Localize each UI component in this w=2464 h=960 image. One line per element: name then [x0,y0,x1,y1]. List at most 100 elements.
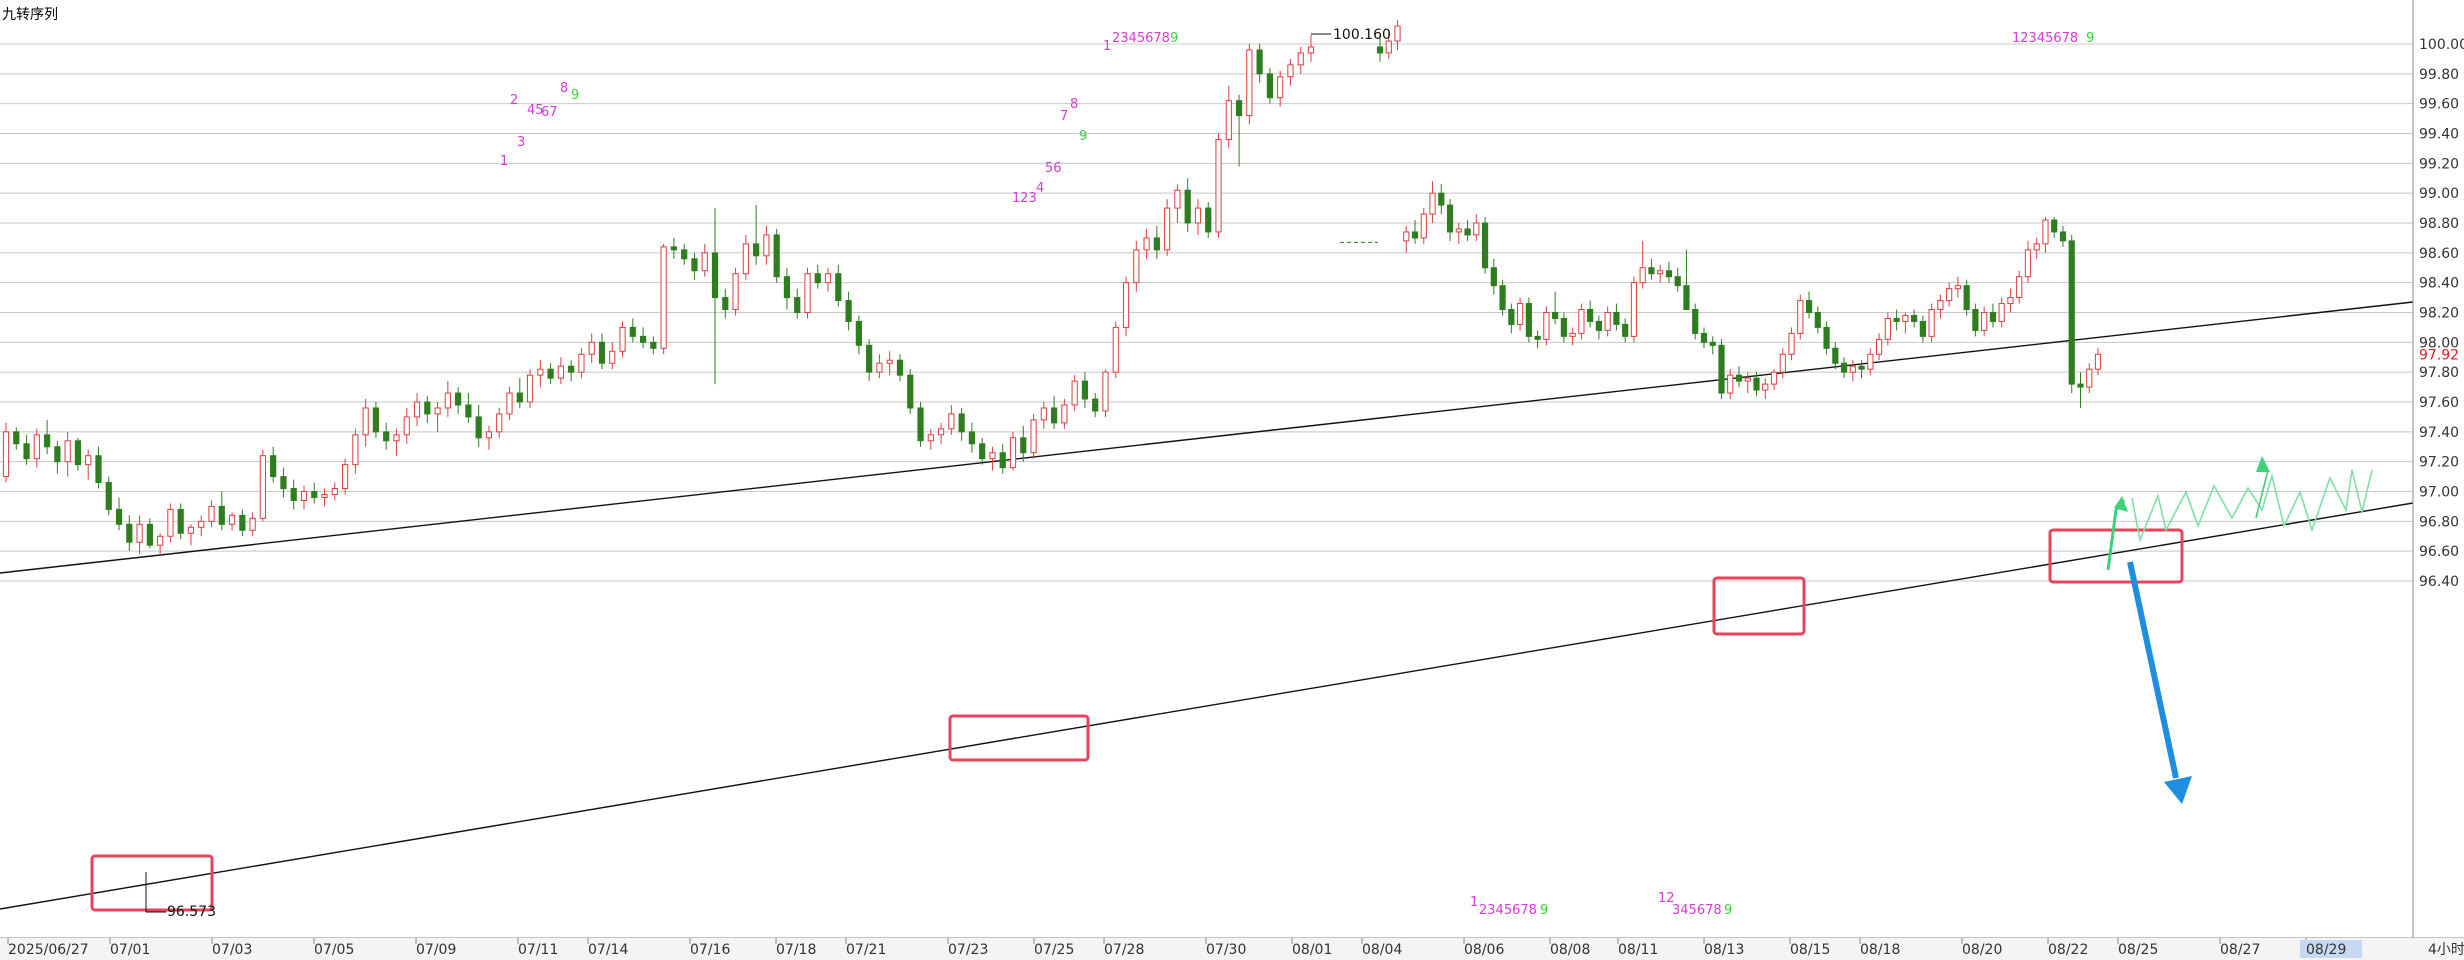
candle-body [455,392,462,406]
candle-body [1297,52,1304,66]
x-tick-label: 08/01 [1292,942,1332,958]
candle-body [1727,374,1734,394]
candle-body [2051,219,2058,233]
candle-body [1122,282,1130,328]
candle-body [1587,309,1594,322]
candle-body [1040,407,1047,421]
candle-body [1946,288,1953,302]
candle-body [1081,380,1089,400]
td-sequence-label: 2 [510,93,518,108]
candle-body [2,431,10,478]
candle-body [393,434,400,442]
x-tick-label: 07/14 [588,942,628,958]
candle-body [1893,317,1900,322]
candle-body [742,243,749,275]
candle-body [1770,371,1778,385]
y-tick-label: 99.60 [2419,97,2459,113]
candle-body [475,416,482,439]
candle-body [814,273,821,284]
candle-body [1420,213,1427,239]
candle-body [1578,309,1585,334]
candle-body [413,401,421,418]
x-tick-label: 07/23 [948,942,988,958]
candle-body [1071,380,1078,406]
candlestick-chart: 100.16096.57312345678 912345678912345678 9… [0,0,2464,960]
candle-body [157,535,164,546]
candle-body [1051,407,1058,424]
candle-body [2007,297,2014,305]
x-tick-label: 08/08 [1550,942,1590,958]
highlight-box [2048,528,2184,584]
candle-body [85,455,92,466]
td-sequence-label: 12345678 [2012,31,2078,46]
candle-body [218,505,225,525]
candle-body [146,523,153,546]
candle-body [937,428,945,436]
candle-body [33,434,40,460]
candle-body [1560,317,1567,337]
x-tick-label: 08/11 [1618,942,1658,958]
x-tick-label: 08/18 [1860,942,1900,958]
y-tick-label: 96.60 [2419,544,2459,560]
candle-body [999,452,1006,469]
td-sequence-label: 9 [1170,31,1178,46]
y-tick-label: 96.80 [2419,514,2459,530]
candle-body [403,416,410,436]
td-sequence-label: 9 [571,88,579,103]
candle-body [547,368,554,379]
high-label: 100.160 [1333,27,1391,43]
td-sequence-label: 9 [1079,129,1087,144]
candle-body [1499,285,1506,311]
candle-body [1464,228,1471,236]
last-price-label: 97.92 [2419,347,2459,363]
candle-body [331,488,338,495]
candle-body [1143,237,1150,251]
candle-body [896,359,904,376]
candle-body [794,297,801,314]
candle-body [1225,100,1232,140]
y-tick-label: 99.20 [2419,156,2459,172]
candle-body [886,359,893,364]
candle-body [1473,222,1480,236]
candle-body [1902,314,1909,322]
x-tick-label: 07/25 [1034,942,1074,958]
candle-body [1718,344,1725,394]
y-tick-label: 97.60 [2419,395,2459,411]
candle-body [105,482,112,510]
x-tick-label: 08/25 [2118,942,2158,958]
candle-body [1875,338,1883,355]
candle-body [1622,323,1629,337]
td-sequence-label: 8 [1070,97,1078,112]
candle-body [341,464,349,490]
candle-body [1981,312,1988,331]
candle-body [1779,353,1786,373]
candle-body [639,335,647,343]
candle-body [1823,326,1830,349]
td-sequence-label: 1 [500,154,508,169]
candle-body [1753,377,1760,391]
candle-body [13,431,20,445]
td-sequence-label: 1 [1470,895,1478,910]
candle-body [1805,300,1813,314]
candle-body [2024,249,2032,278]
highlight-box [1712,576,1806,636]
x-tick-label: 07/05 [314,942,354,958]
candle-body [1508,309,1515,325]
candle-body [907,374,914,409]
candle-body [1937,300,1944,311]
candle-body [1102,371,1109,412]
labels: 100.16096.57312345678 912345678912345678 9… [145,27,2094,920]
td-sequence-label: 2345678 [1479,903,1537,918]
candle-body [2068,240,2075,385]
zig-arrow-head [2256,456,2270,472]
candle-body [753,243,760,257]
candle-body [1403,231,1410,242]
candle-body [1446,204,1454,233]
candle-body [711,252,719,299]
candle-body [804,273,811,314]
candle-body [424,401,431,415]
candle-body [290,488,297,501]
candle-body [362,407,369,436]
candle-body [1020,437,1027,454]
candle-body [2059,231,2067,242]
